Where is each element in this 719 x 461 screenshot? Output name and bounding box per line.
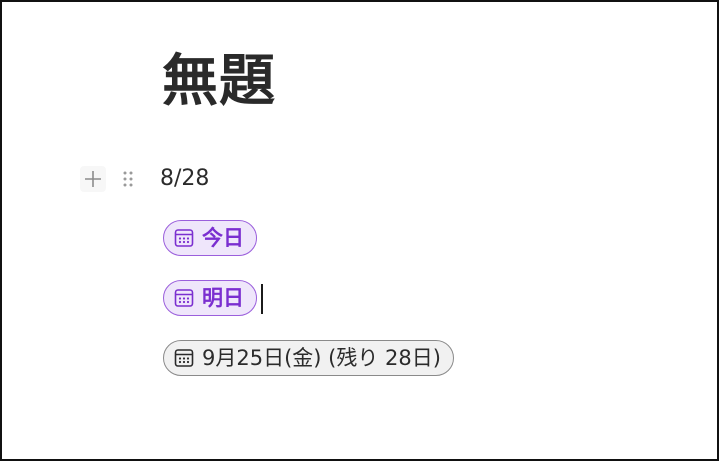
date-mention-label: 今日: [202, 226, 244, 250]
date-mention-specific[interactable]: 9月25日(金) (残り 28日): [163, 340, 454, 376]
add-block-button[interactable]: [80, 166, 106, 192]
calendar-icon: [174, 349, 194, 367]
calendar-icon: [174, 229, 194, 247]
editor-frame: 無題 8/28 今日 明日 9月25日(金) (残り 28日): [0, 0, 719, 461]
plus-icon: [85, 171, 101, 187]
calendar-icon: [174, 289, 194, 307]
date-mention-tomorrow[interactable]: 明日: [163, 280, 257, 316]
drag-handle-button[interactable]: [118, 166, 138, 192]
text-cursor: [261, 284, 263, 314]
page-title[interactable]: 無題: [162, 46, 276, 118]
date-mention-today[interactable]: 今日: [163, 220, 257, 256]
date-mention-label: 明日: [202, 286, 244, 310]
date-mention-label: 9月25日(金) (残り 28日): [202, 346, 441, 370]
drag-handle-icon: [123, 171, 133, 187]
text-block-date[interactable]: 8/28: [160, 165, 209, 193]
